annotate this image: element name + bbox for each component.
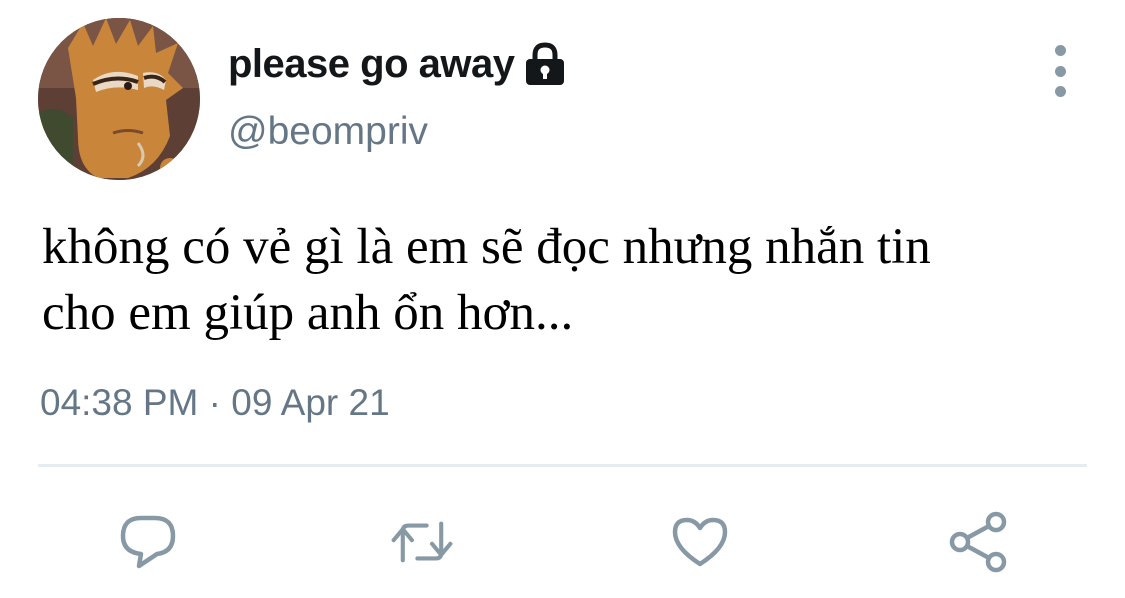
avatar[interactable] [38, 18, 200, 180]
display-name-row: please go away [228, 38, 566, 90]
tweet-text: không có vẻ gì là em sẽ đọc nhưng nhắn t… [42, 214, 1102, 346]
retweet-button[interactable] [390, 510, 454, 574]
heart-icon [672, 517, 728, 567]
more-vertical-icon [1054, 86, 1066, 97]
timestamp-separator: · [208, 382, 221, 423]
more-options-button[interactable] [1040, 45, 1080, 97]
reply-icon [120, 515, 176, 569]
tweet-card: please go away @beompriv không có vẻ gì … [0, 0, 1125, 598]
share-icon [949, 511, 1007, 573]
user-handle[interactable]: @beompriv [228, 110, 428, 154]
tweet-text-line: cho em giúp anh ổn hơn... [42, 285, 574, 341]
tweet-text-line: không có vẻ gì là em sẽ đọc nhưng nhắn t… [42, 219, 931, 275]
avatar-image [38, 18, 200, 180]
divider [38, 464, 1087, 467]
lock-icon [524, 42, 566, 86]
tweet-time: 04:38 PM [40, 382, 199, 423]
display-name[interactable]: please go away [228, 42, 515, 87]
more-vertical-icon [1054, 45, 1066, 56]
share-button[interactable] [946, 510, 1010, 574]
reply-button[interactable] [116, 510, 180, 574]
tweet-timestamp[interactable]: 04:38 PM · 09 Apr 21 [40, 382, 390, 424]
like-button[interactable] [668, 510, 732, 574]
more-vertical-icon [1054, 65, 1066, 77]
tweet-date: 09 Apr 21 [231, 382, 390, 423]
retweet-icon [391, 521, 453, 563]
